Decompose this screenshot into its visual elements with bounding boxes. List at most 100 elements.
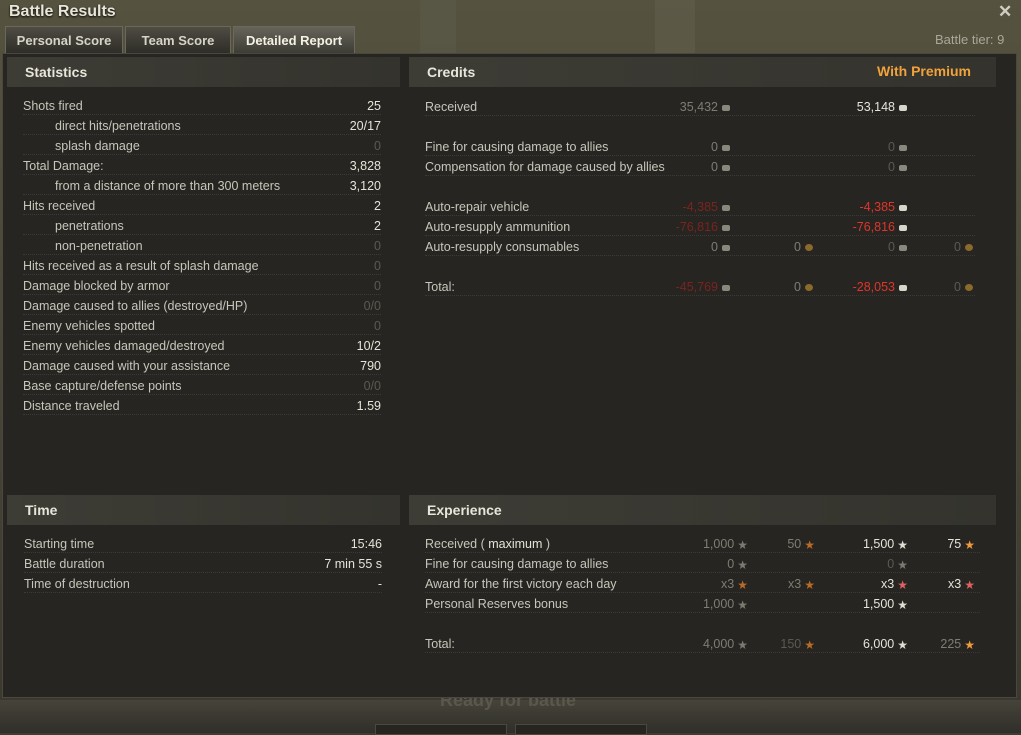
xp-star-icon: ★: [737, 537, 748, 552]
stat-row: Damage blocked by armor 0: [23, 277, 381, 295]
stat-value: 0/0: [363, 299, 381, 313]
free-xp-star-icon: ★: [804, 637, 815, 652]
credits-standard: -45,769: [676, 278, 730, 296]
free-xp-star-icon: ★: [804, 577, 815, 592]
stat-row: Total Damage: 3,828: [23, 157, 381, 175]
stat-row: penetrations 2: [23, 217, 381, 235]
experience-header: Experience: [409, 495, 996, 525]
stat-row: Hits received 2: [23, 197, 381, 215]
experience-premium: 1,500 ★: [862, 597, 908, 612]
credit-coin-icon: [899, 204, 907, 211]
free-xp-star-icon: ★: [964, 577, 975, 592]
time-header: Time: [7, 495, 400, 525]
experience-premium: 6,000 ★: [862, 637, 908, 652]
credits-label: Total:: [425, 280, 455, 294]
gold-coin-icon: [805, 284, 813, 292]
experience-standard: 4,000 ★: [702, 637, 748, 652]
credit-coin-icon: [722, 104, 730, 111]
stat-value: 790: [360, 359, 381, 373]
credit-coin-icon: [722, 144, 730, 151]
credits-label: Auto-resupply ammunition: [425, 220, 571, 234]
xp-star-icon: ★: [737, 637, 748, 652]
time-label: Time of destruction: [24, 577, 130, 591]
tab-team-score[interactable]: Team Score: [125, 26, 231, 53]
stat-row: splash damage 0: [23, 137, 381, 155]
stat-value: 0: [374, 279, 381, 293]
credits-premium: -28,053: [853, 278, 907, 296]
credit-coin-icon: [899, 224, 907, 231]
stat-label: splash damage: [55, 139, 140, 153]
credits-row: Auto-resupply ammunition -76,816 -76,816: [425, 218, 975, 236]
stat-value: 0: [374, 319, 381, 333]
stat-label: Hits received as a result of splash dama…: [23, 259, 259, 273]
experience-received-label: Received ( maximum ): [425, 537, 551, 551]
credits-standard-gold: 0: [794, 238, 813, 256]
credits-premium: 0: [888, 158, 907, 176]
stat-row: Hits received as a result of splash dama…: [23, 257, 381, 275]
stat-row: Damage caused with your assistance 790: [23, 357, 381, 375]
experience-label: Personal Reserves bonus: [425, 597, 569, 611]
credit-coin-icon: [899, 284, 907, 291]
tab-personal-score[interactable]: Personal Score: [5, 26, 123, 53]
experience-premium: 0 ★: [887, 557, 908, 572]
background-post: [655, 0, 695, 60]
time-row: Time of destruction -: [24, 575, 382, 593]
experience-label: Total:: [425, 637, 455, 651]
credits-label: Received: [425, 100, 478, 114]
credit-coin-icon: [899, 144, 907, 151]
xp-star-icon: ★: [737, 597, 748, 612]
stat-row: Enemy vehicles damaged/destroyed 10/2: [23, 337, 381, 355]
statistics-header: Statistics: [7, 57, 400, 87]
stat-row: Damage caused to allies (destroyed/HP) 0/…: [23, 297, 381, 315]
background-tab: [375, 724, 507, 735]
free-xp-star-icon: ★: [964, 637, 975, 652]
stat-value: 25: [367, 99, 381, 113]
time-label: Starting time: [24, 537, 95, 551]
stat-row: Distance traveled 1.59: [23, 397, 381, 415]
time-label: Battle duration: [24, 557, 105, 571]
stat-label: non-penetration: [55, 239, 143, 253]
experience-total-row: Total: 4,000 ★ 150 ★ 6,000 ★ 225 ★: [425, 635, 980, 653]
credits-row: Compensation for damage caused by allies…: [425, 158, 975, 176]
credit-coin-icon: [722, 164, 730, 171]
credits-premium: 53,148: [857, 98, 907, 116]
credit-coin-icon: [722, 204, 730, 211]
credits-standard: 0: [711, 238, 730, 256]
stat-row: Shots fired 25: [23, 97, 381, 115]
credit-coin-icon: [899, 104, 907, 111]
credits-standard: -76,816: [676, 218, 730, 236]
experience-premium-free: 225 ★: [940, 637, 975, 652]
experience-standard: 0 ★: [727, 557, 748, 572]
window-title: Battle Results: [9, 3, 116, 20]
time-value: 7 min 55 s: [324, 557, 382, 571]
credits-premium-gold: 0: [954, 278, 973, 296]
credits-label: Auto-resupply consumables: [425, 240, 580, 254]
credits-total-row: Total: -45,769 0 -28,053 0: [425, 278, 975, 296]
tab-detailed-report[interactable]: Detailed Report: [233, 26, 355, 53]
stat-label: Distance traveled: [23, 399, 120, 413]
xp-star-icon: ★: [737, 557, 748, 572]
credit-coin-icon: [722, 284, 730, 291]
credits-standard: -4,385: [683, 198, 730, 216]
experience-row: Personal Reserves bonus 1,000 ★ 1,500 ★: [425, 595, 980, 613]
stat-value: 0/0: [363, 379, 381, 393]
experience-premium: 1,500 ★: [862, 537, 908, 552]
credits-row: Auto-resupply consumables 0 0 0 0: [425, 238, 975, 256]
credits-row: Received 35,432 53,148: [425, 98, 975, 116]
credits-label: Auto-repair vehicle: [425, 200, 530, 214]
stat-value: 3,120: [349, 179, 381, 193]
stat-label: Enemy vehicles spotted: [23, 319, 156, 333]
close-icon[interactable]: ✕: [998, 2, 1012, 22]
stat-label: Hits received: [23, 199, 96, 213]
stat-row: non-penetration 0: [23, 237, 381, 255]
stat-label: Damage blocked by armor: [23, 279, 170, 293]
experience-premium-free: x3 ★: [948, 577, 975, 592]
credit-coin-icon: [899, 244, 907, 251]
credits-standard-gold: 0: [794, 278, 813, 296]
stat-label: Base capture/defense points: [23, 379, 182, 393]
experience-standard-free: x3 ★: [788, 577, 815, 592]
xp-star-icon: ★: [737, 577, 748, 592]
stat-label: from a distance of more than 300 meters: [55, 179, 281, 193]
stat-row: direct hits/penetrations 20/17: [23, 117, 381, 135]
credits-premium: -4,385: [860, 198, 907, 216]
